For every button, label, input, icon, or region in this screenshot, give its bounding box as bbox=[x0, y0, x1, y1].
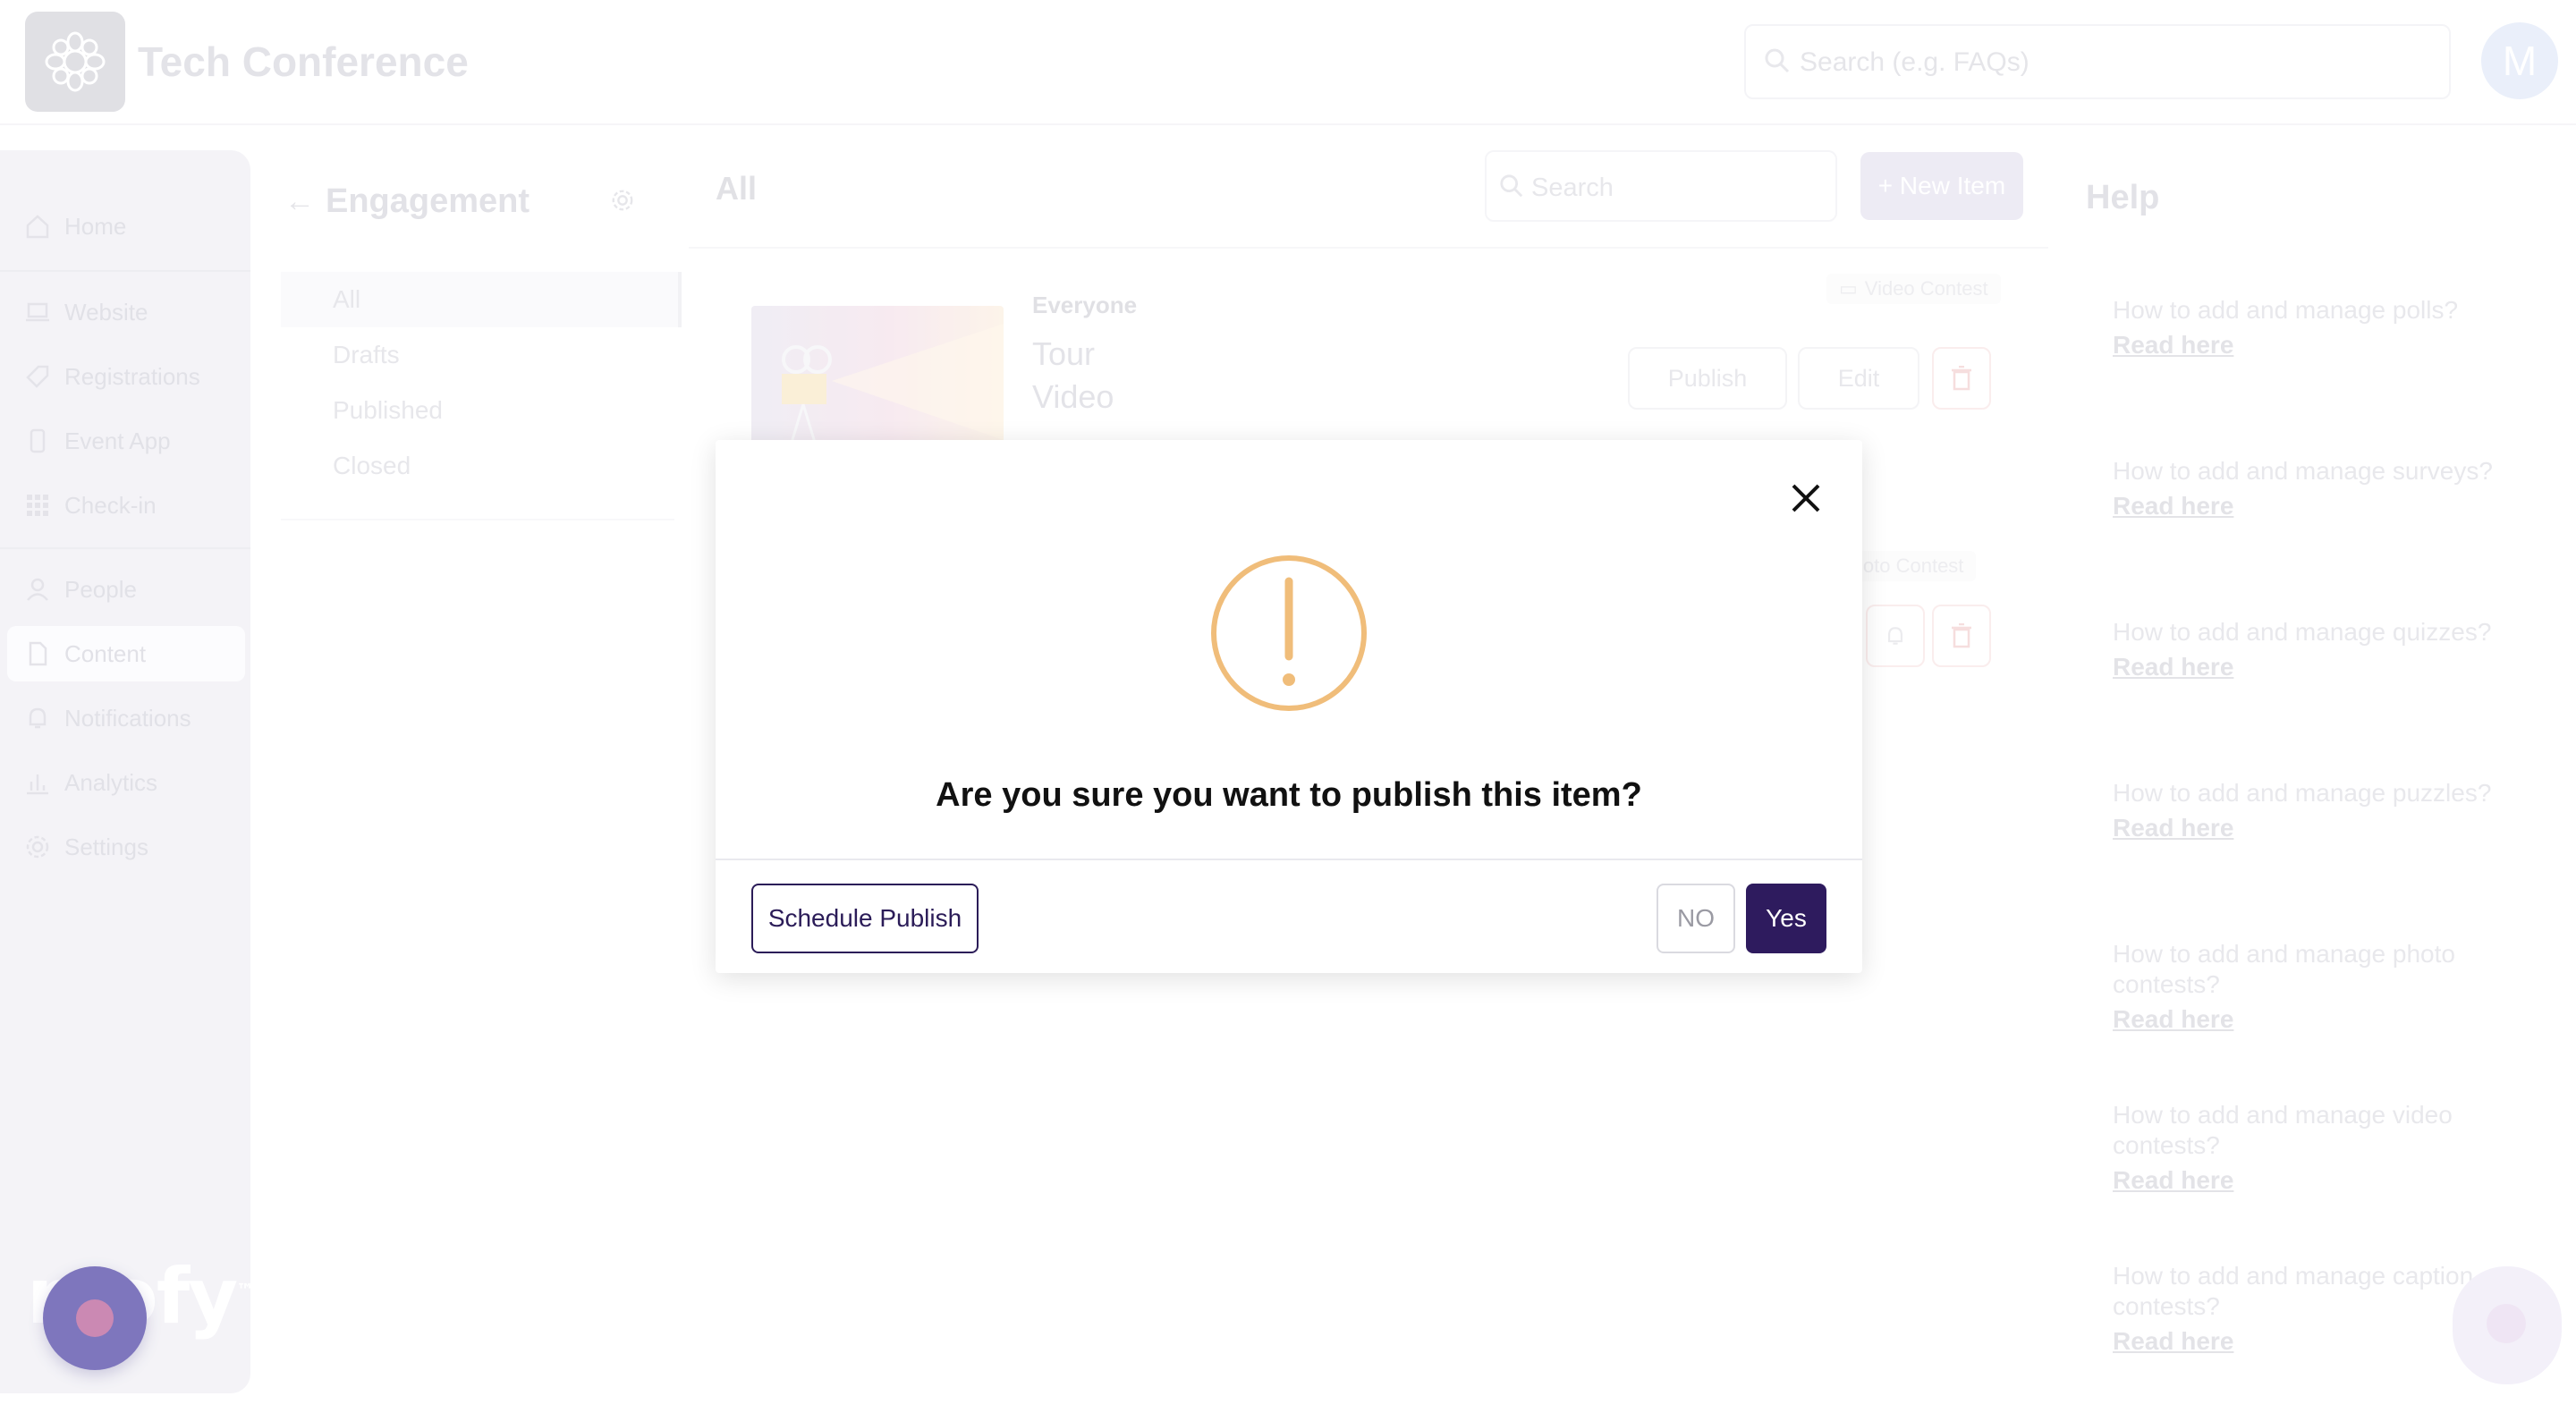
warning-exclamation-icon bbox=[1211, 555, 1367, 711]
close-icon[interactable] bbox=[1784, 476, 1828, 520]
no-button[interactable]: NO bbox=[1657, 884, 1735, 953]
yes-button[interactable]: Yes bbox=[1746, 884, 1826, 953]
confirm-question: Are you sure you want to publish this it… bbox=[936, 776, 1642, 814]
publish-confirm-dialog: Are you sure you want to publish this it… bbox=[716, 440, 1862, 973]
dialog-divider bbox=[716, 859, 1862, 860]
schedule-publish-button[interactable]: Schedule Publish bbox=[751, 884, 979, 953]
